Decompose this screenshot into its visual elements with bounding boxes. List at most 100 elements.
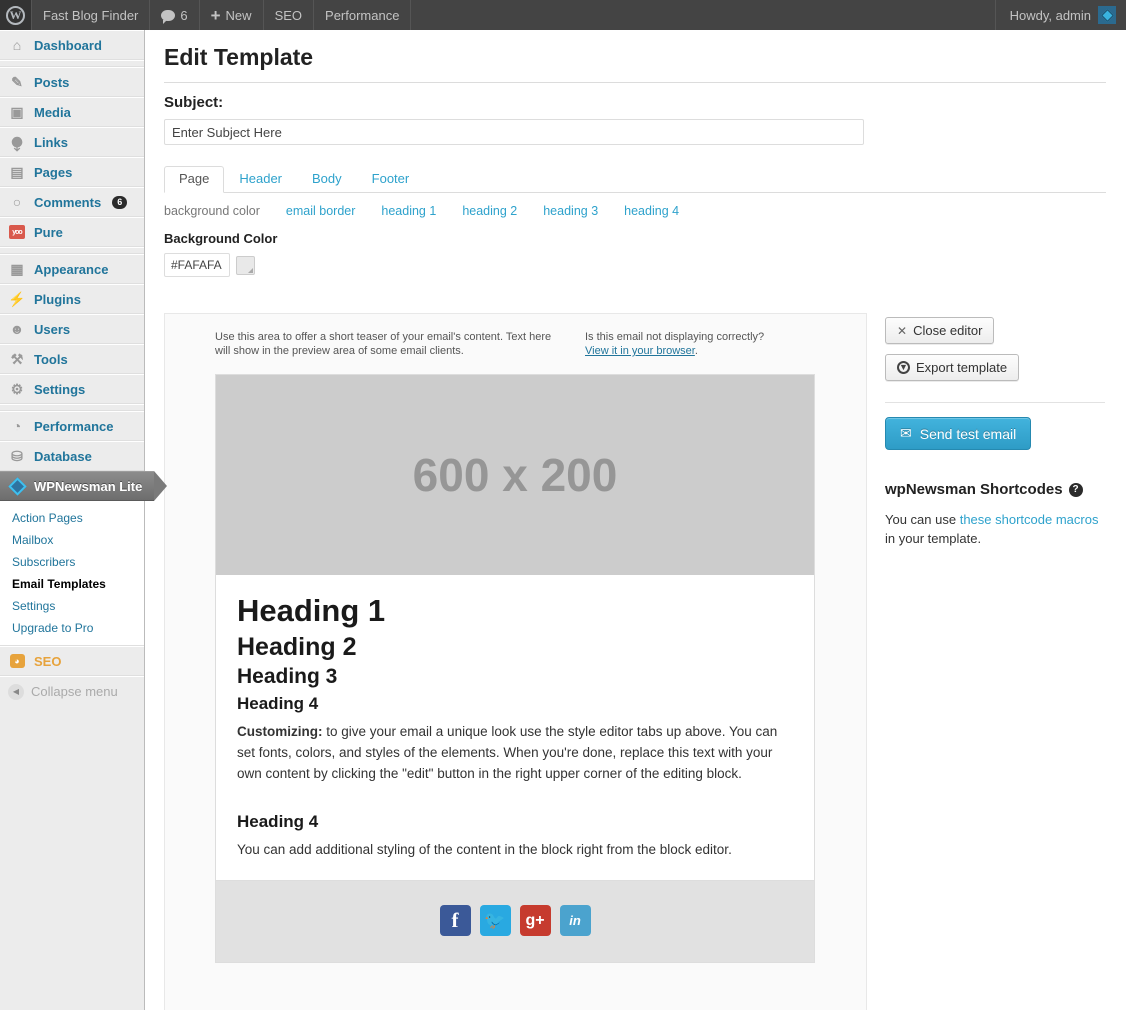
appearance-brush-icon: ▦ (10, 261, 24, 277)
hero-image-placeholder[interactable]: 600 x 200 (216, 375, 814, 575)
site-name-menu[interactable]: Fast Blog Finder (32, 0, 151, 30)
sidebar-item-label: Pure (34, 224, 63, 240)
subnav-item-heading-1[interactable]: heading 1 (381, 204, 436, 218)
close-x-icon: ✕ (897, 323, 908, 338)
submenu-item-action-pages[interactable]: Action Pages (0, 507, 144, 529)
menu-separator (0, 404, 144, 411)
sidebar-item-media[interactable]: ▣ Media (0, 97, 144, 127)
googleplus-icon[interactable]: g+ (519, 905, 551, 937)
preview-paragraph: Customizing: to give your email a unique… (237, 721, 793, 784)
submenu-item-settings[interactable]: Settings (0, 595, 144, 617)
sidebar-item-label: Links (34, 134, 68, 150)
collapse-arrow-icon: ◀ (8, 683, 24, 700)
submenu-item-upgrade-to-pro[interactable]: Upgrade to Pro (0, 617, 144, 639)
close-editor-button[interactable]: ✕ Close editor (885, 317, 995, 344)
facebook-icon[interactable]: f (439, 905, 471, 937)
new-label: New (225, 7, 252, 23)
shortcode-macros-link[interactable]: these shortcode macros (960, 512, 1099, 527)
pure-plugin-icon: yoo (8, 223, 26, 241)
sidebar-item-settings[interactable]: ⚙ Settings (0, 374, 144, 404)
sidebar-item-performance[interactable]: ◔ Performance (0, 411, 144, 441)
admin-bar: W Fast Blog Finder 6 + New SEO Performan… (0, 0, 1126, 30)
collapse-menu-label: Collapse menu (31, 684, 118, 699)
plugin-plug-icon: ⚡ (8, 291, 26, 307)
media-camera-icon: ▣ (10, 104, 24, 120)
new-content-menu[interactable]: + New (200, 0, 264, 30)
sidebar-item-label: Dashboard (34, 37, 102, 53)
background-color-label: Background Color (164, 231, 278, 246)
comments-count-badge: 6 (112, 195, 128, 209)
sidebar-item-pages[interactable]: ▤ Pages (0, 157, 144, 187)
preview-paragraph-strong: Customizing: (237, 723, 323, 739)
performance-icon: ◔ (12, 418, 22, 434)
sidebar-item-pure[interactable]: yoo Pure (0, 217, 144, 247)
sidebar-item-wpnewsman-lite[interactable]: WPNewsman Lite (0, 471, 167, 501)
site-name-label: Fast Blog Finder (43, 7, 139, 23)
pin-icon: ✎ (11, 74, 23, 90)
help-question-icon[interactable]: ? (1068, 482, 1083, 497)
send-test-email-label: Send test email (919, 425, 1017, 442)
my-account-menu[interactable]: Howdy, admin (994, 0, 1126, 30)
export-template-label: Export template (916, 360, 1008, 375)
close-editor-label: Close editor (913, 323, 983, 338)
sidebar-item-plugins[interactable]: ⚡ Plugins (0, 284, 144, 314)
wordpress-logo-button[interactable]: W (0, 0, 32, 30)
tab-page[interactable]: Page (164, 166, 225, 193)
preheader-teaser-text: Use this area to offer a short teaser of… (215, 331, 552, 357)
admin-sidebar-menu: ⌂ Dashboard ✎ Posts ▣ Media ⧭ Links ▤ Pa… (0, 30, 167, 1010)
linkedin-icon[interactable]: in (559, 905, 591, 937)
adminbar-seo-menu[interactable]: SEO (264, 0, 315, 30)
submenu-item-subscribers[interactable]: Subscribers (0, 551, 144, 573)
comments-menu[interactable]: 6 (150, 0, 200, 30)
sidebar-item-appearance[interactable]: ▦ Appearance (0, 254, 144, 284)
adminbar-performance-menu[interactable]: Performance (314, 0, 412, 30)
color-picker-swatch[interactable] (236, 255, 255, 275)
sidebar-item-label: Posts (34, 74, 70, 90)
twitter-icon[interactable]: 🐦 (479, 905, 511, 937)
collapse-menu-button[interactable]: ◀ Collapse menu (0, 676, 144, 706)
tab-footer[interactable]: Footer (357, 166, 425, 193)
adminbar-performance-label: Performance (325, 7, 400, 23)
sidebar-item-database[interactable]: ⛁ Database (0, 441, 144, 471)
shortcodes-heading: wpNewsman Shortcodes ? (885, 481, 1126, 498)
subnav-item-heading-3[interactable]: heading 3 (543, 204, 598, 218)
sidebar-item-dashboard[interactable]: ⌂ Dashboard (0, 30, 144, 60)
sidebar-item-label: Tools (34, 351, 68, 367)
adminbar-seo-label: SEO (274, 7, 303, 23)
email-content-block[interactable]: Heading 1 Heading 2 Heading 3 Heading 4 … (216, 575, 814, 880)
export-template-button[interactable]: ▼ Export template (885, 354, 1020, 381)
tab-body[interactable]: Body (297, 166, 357, 193)
email-body-container: 600 x 200 Heading 1 Heading 2 Heading 3 … (215, 374, 815, 964)
submenu-item-email-templates[interactable]: Email Templates (0, 573, 144, 595)
sidebar-item-label: Performance (34, 418, 114, 434)
sidebar-item-label: Media (34, 104, 71, 120)
subnav-item-heading-2[interactable]: heading 2 (462, 204, 517, 218)
tab-header[interactable]: Header (224, 166, 297, 193)
howdy-label: Howdy, admin (1009, 7, 1091, 23)
sidebar-item-links[interactable]: ⧭ Links (0, 127, 144, 157)
sidebar-item-users[interactable]: ☻ Users (0, 314, 144, 344)
comment-bubble-icon (161, 9, 176, 24)
subnav-item-email-border[interactable]: email border (286, 204, 355, 218)
subnav-item-background-color[interactable]: background color (164, 204, 260, 218)
tools-icon: ⚒ (10, 351, 24, 367)
comments-count-label: 6 (180, 7, 188, 23)
sidebar-item-comments[interactable]: ○ Comments 6 (0, 187, 144, 217)
shortcodes-text-before: You can use (885, 512, 960, 527)
sidebar-item-label: Settings (34, 381, 86, 397)
sidebar-item-seo[interactable]: ◕ SEO (0, 646, 144, 676)
submenu-item-mailbox[interactable]: Mailbox (0, 529, 144, 551)
sidebar-item-label: Database (34, 448, 92, 464)
sidebar-item-posts[interactable]: ✎ Posts (0, 67, 144, 97)
view-in-browser-link[interactable]: View it in your browser (585, 345, 695, 357)
wpnewsman-diamond-icon (7, 476, 27, 496)
subnav-item-heading-4[interactable]: heading 4 (624, 204, 679, 218)
subject-input[interactable] (164, 119, 864, 145)
background-color-input[interactable] (164, 253, 230, 277)
send-test-email-button[interactable]: ✉ Send test email (885, 417, 1032, 450)
sidebar-item-tools[interactable]: ⚒ Tools (0, 344, 144, 374)
adminbar-spacer (411, 0, 994, 30)
menu-separator (0, 247, 144, 254)
preview-heading-4: Heading 4 (237, 693, 319, 713)
